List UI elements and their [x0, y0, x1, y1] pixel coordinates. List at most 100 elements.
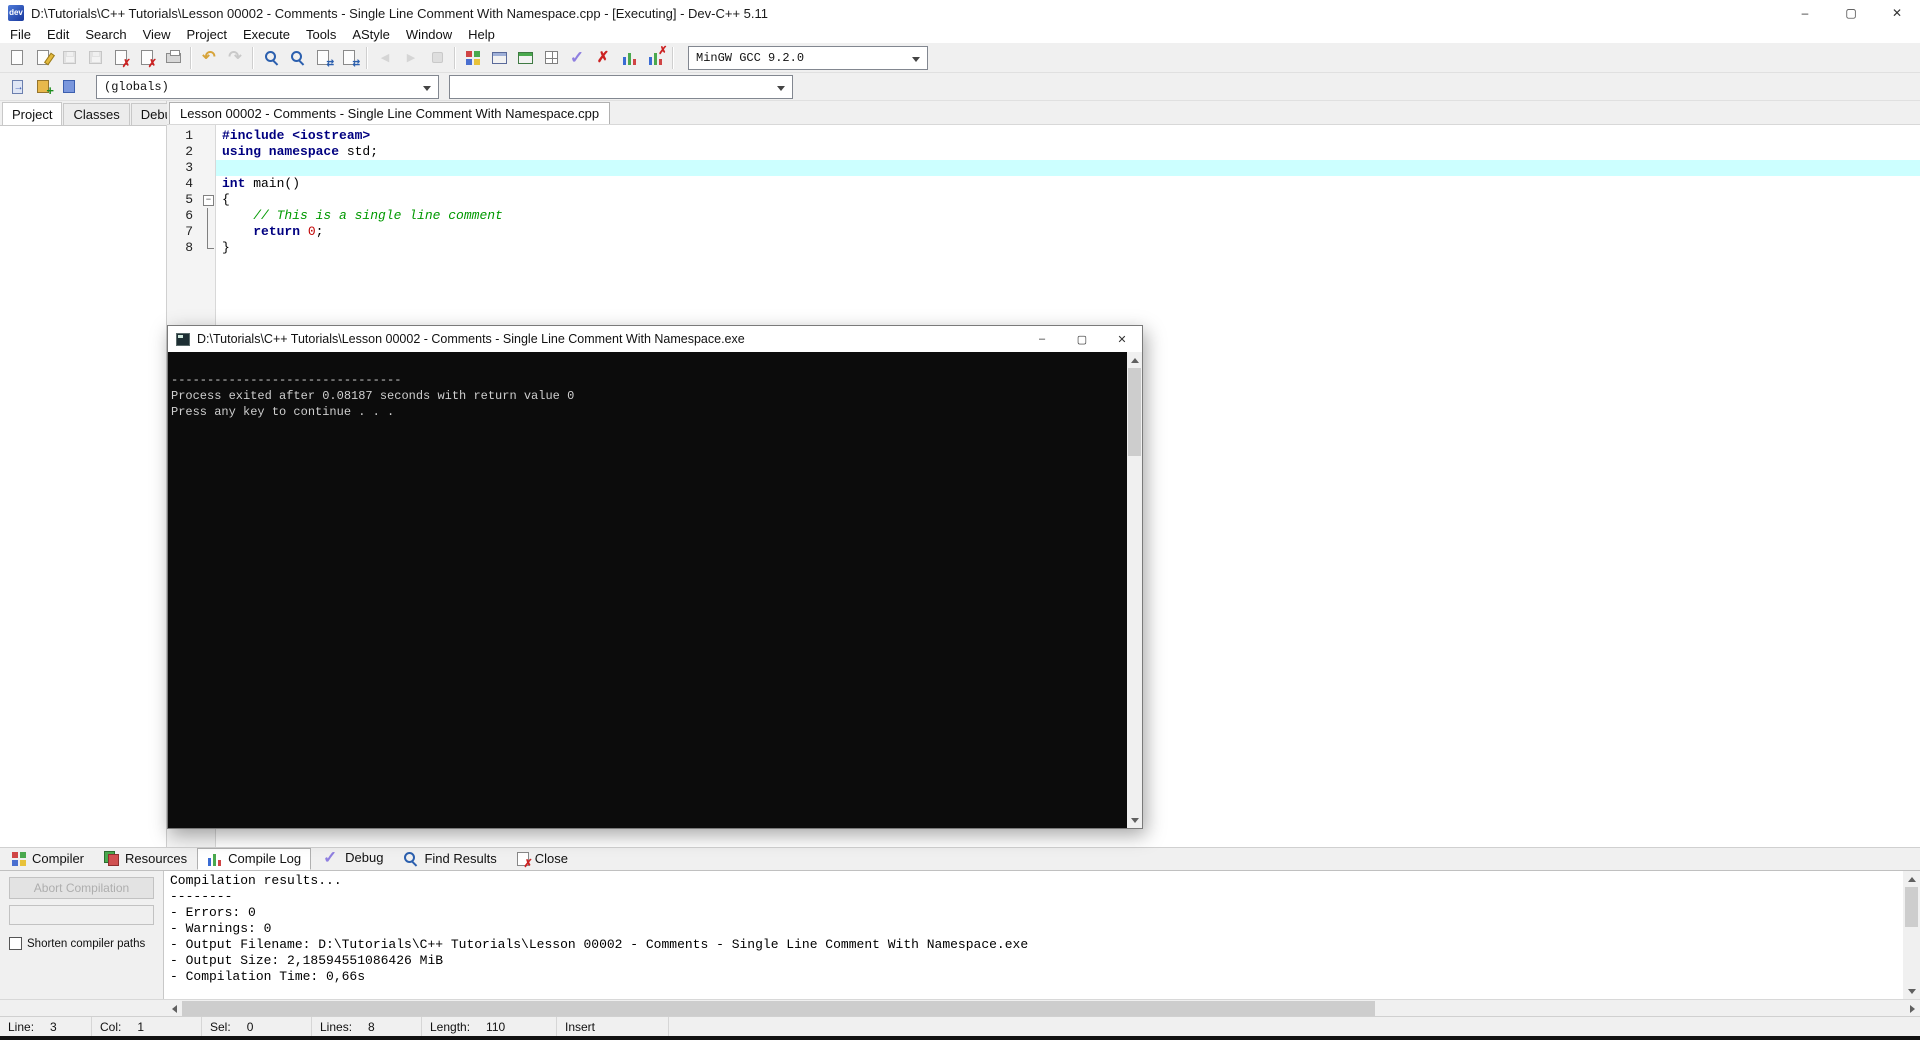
globals-select-value: (globals)	[104, 80, 169, 94]
scrollbar-thumb[interactable]	[1905, 887, 1918, 927]
code-token: #include <iostream>	[222, 128, 370, 143]
scroll-down-icon[interactable]	[1903, 984, 1920, 999]
close-file-button[interactable]	[108, 45, 134, 71]
menu-astyle[interactable]: AStyle	[344, 26, 398, 43]
toolbar2-icons	[4, 74, 82, 100]
insert-button[interactable]	[4, 74, 30, 100]
menu-tools[interactable]: Tools	[298, 26, 344, 43]
sidebar-tab-classes[interactable]: Classes	[63, 103, 129, 125]
window-maximize-button[interactable]: ▢	[1828, 0, 1874, 26]
console-scrollbar[interactable]	[1127, 352, 1142, 828]
toolbar-groups	[4, 45, 668, 71]
scroll-left-icon[interactable]	[166, 1000, 181, 1017]
menu-view[interactable]: View	[135, 26, 179, 43]
status-sel: Sel:0	[202, 1017, 312, 1036]
replace-all-icon	[343, 50, 355, 65]
status-line: Line:3	[0, 1017, 92, 1036]
console-close-button[interactable]: ✕	[1102, 326, 1142, 352]
log-vertical-scrollbar[interactable]	[1903, 871, 1920, 999]
bottom-tab-resources[interactable]: Resources	[94, 848, 197, 870]
menu-edit[interactable]: Edit	[39, 26, 77, 43]
scroll-up-icon[interactable]	[1127, 352, 1142, 367]
shorten-paths-row: Shorten compiler paths	[9, 937, 154, 950]
menu-window[interactable]: Window	[398, 26, 460, 43]
new-file-button[interactable]	[4, 45, 30, 71]
fold-marker[interactable]	[201, 192, 216, 208]
scrollbar-thumb[interactable]	[1128, 368, 1141, 456]
console-line: Press any key to continue . . .	[171, 404, 1127, 420]
bottom-tab-compiler[interactable]: Compiler	[2, 848, 94, 870]
console-output[interactable]: --------------------------------Process …	[168, 352, 1127, 828]
scroll-down-icon[interactable]	[1127, 813, 1142, 828]
code-line: 4int main()	[167, 176, 1920, 192]
toggle-bookmark-button[interactable]	[30, 74, 56, 100]
console-title-bar[interactable]: D:\Tutorials\C++ Tutorials\Lesson 00002 …	[168, 326, 1142, 352]
replace-all-button[interactable]	[336, 45, 362, 71]
run-icon	[492, 52, 507, 64]
profile-button[interactable]	[616, 45, 642, 71]
close-all-button[interactable]	[134, 45, 160, 71]
undo-button[interactable]	[196, 45, 222, 71]
sidebar: ProjectClassesDebug	[0, 101, 167, 847]
members-select[interactable]	[449, 75, 793, 99]
clean-button[interactable]	[590, 45, 616, 71]
status-length: Length:110	[422, 1017, 557, 1036]
code-token: using namespace	[222, 144, 339, 159]
rebuild-all-icon	[545, 51, 558, 64]
sidebar-tabs: ProjectClassesDebug	[0, 101, 166, 125]
compile-button[interactable]	[460, 45, 486, 71]
save-button	[56, 45, 82, 71]
goto-bookmark-button[interactable]	[56, 74, 82, 100]
menu-execute[interactable]: Execute	[235, 26, 298, 43]
compile-and-run-button[interactable]	[512, 45, 538, 71]
bottom-tab-label: Resources	[125, 851, 187, 866]
status-label: Col:	[100, 1020, 121, 1034]
delete-profiling-button[interactable]	[642, 45, 668, 71]
code-text: {	[216, 192, 1920, 208]
menu-project[interactable]: Project	[179, 26, 235, 43]
open-file-button[interactable]	[30, 45, 56, 71]
scroll-up-icon[interactable]	[1903, 871, 1920, 886]
editor-tab-bar: Lesson 00002 - Comments - Single Line Co…	[167, 101, 1920, 125]
code-token	[300, 224, 308, 239]
bottom-tab-debug[interactable]: Debug	[311, 845, 393, 870]
clean-icon	[594, 49, 612, 67]
bottom-tab-find-results[interactable]: Find Results	[393, 848, 506, 870]
rebuild-all-button[interactable]	[538, 45, 564, 71]
sidebar-tab-project[interactable]: Project	[2, 102, 62, 125]
console-maximize-button[interactable]: ▢	[1062, 326, 1102, 352]
console-window: D:\Tutorials\C++ Tutorials\Lesson 00002 …	[167, 325, 1143, 829]
find-in-files-button[interactable]	[284, 45, 310, 71]
replace-button[interactable]	[310, 45, 336, 71]
title-bar[interactable]: D:\Tutorials\C++ Tutorials\Lesson 00002 …	[0, 0, 1920, 26]
abort-icon	[432, 52, 443, 63]
console-minimize-button[interactable]: –	[1022, 326, 1062, 352]
print-button[interactable]	[160, 45, 186, 71]
run-button[interactable]	[486, 45, 512, 71]
project-browser[interactable]	[0, 125, 166, 847]
scroll-right-icon[interactable]	[1905, 1000, 1920, 1017]
menu-help[interactable]: Help	[460, 26, 503, 43]
abort-compilation-button: Abort Compilation	[9, 877, 154, 899]
syntax-check-button[interactable]	[564, 45, 590, 71]
window-title: D:\Tutorials\C++ Tutorials\Lesson 00002 …	[31, 6, 768, 21]
console-app-icon	[176, 333, 190, 346]
menu-file[interactable]: File	[2, 26, 39, 43]
menu-search[interactable]: Search	[77, 26, 134, 43]
compile-log[interactable]: Compilation results...--------- Errors: …	[163, 871, 1903, 999]
log-horizontal-scrollbar[interactable]	[166, 1000, 1920, 1016]
globals-select[interactable]: (globals)	[96, 75, 439, 99]
window-minimize-button[interactable]: –	[1782, 0, 1828, 26]
status-value: 8	[368, 1020, 375, 1034]
redo-button	[222, 45, 248, 71]
find-button[interactable]	[258, 45, 284, 71]
shorten-paths-checkbox[interactable]	[9, 937, 22, 950]
compiler-select[interactable]: MinGW GCC 9.2.0	[688, 46, 928, 70]
window-close-button[interactable]: ✕	[1874, 0, 1920, 26]
bottom-tab-close[interactable]: Close	[507, 848, 578, 870]
scrollbar-thumb[interactable]	[182, 1001, 1375, 1016]
code-text: // This is a single line comment	[216, 208, 1920, 224]
editor-tab[interactable]: Lesson 00002 - Comments - Single Line Co…	[169, 102, 610, 124]
code-token	[222, 208, 253, 223]
bottom-tab-compile-log[interactable]: Compile Log	[197, 848, 311, 870]
